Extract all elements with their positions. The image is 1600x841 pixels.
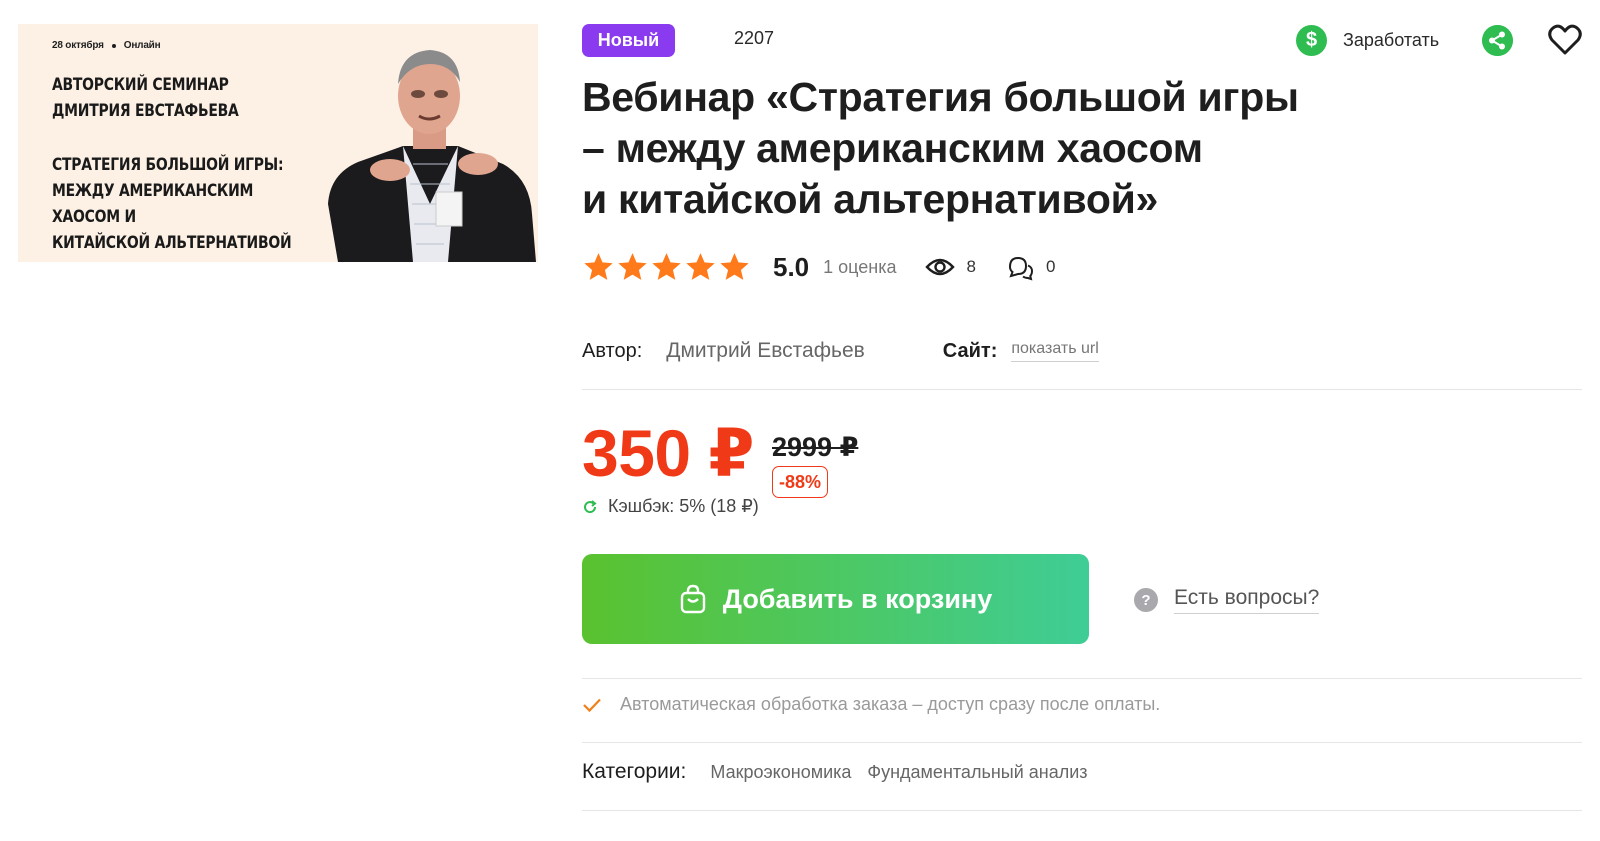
- old-price: 2999 ₽: [772, 432, 859, 462]
- author-label: Автор:: [582, 339, 643, 362]
- questions-link[interactable]: ? Есть вопросы?: [1134, 586, 1320, 614]
- refresh-icon: [584, 499, 597, 513]
- banner-subheading-line: КИТАЙСКОЙ АЛЬТЕРНАТИВОЙ: [52, 233, 292, 253]
- earn-button[interactable]: $ Заработать: [1296, 25, 1439, 56]
- divider: [582, 810, 1582, 811]
- star-icon: [652, 252, 681, 280]
- star-icon: [618, 252, 647, 280]
- rating-value: 5.0: [773, 251, 810, 282]
- question-icon: ?: [1134, 588, 1158, 612]
- banner-subheading-line: МЕЖДУ АМЕРИКАНСКИМ ХАОСОМ И: [52, 181, 254, 227]
- banner-subheading-line: СТРАТЕГИЯ БОЛЬШОЙ ИГРЫ:: [52, 155, 284, 175]
- star-icon: [584, 252, 613, 280]
- banner-format: Онлайн: [123, 40, 161, 51]
- rating-stars: [582, 251, 751, 284]
- title-line: и китайской альтернативой»: [582, 176, 1158, 222]
- auto-processing-text: Автоматическая обработка заказа – доступ…: [620, 694, 1161, 714]
- banner-dot: [111, 43, 116, 48]
- share-icon[interactable]: [1482, 25, 1513, 56]
- eye-icon: [924, 258, 955, 276]
- banner-meta: 28 октября Онлайн: [52, 40, 161, 51]
- banner-heading: АВТОРСКИЙ СЕМИНАР ДМИТРИЯ ЕВСТАФЬЕВА: [52, 72, 282, 124]
- cashback-text: Кэшбэк: 5% (18 ₽): [608, 496, 759, 516]
- current-price: 350 ₽: [582, 416, 754, 490]
- rating-count[interactable]: 1 оценка: [823, 257, 896, 278]
- product-banner: 28 октября Онлайн АВТОРСКИЙ СЕМИНАР ДМИТ…: [18, 24, 538, 262]
- banner-heading-line: АВТОРСКИЙ СЕМИНАР: [52, 75, 229, 95]
- product-title: Вебинар «Стратегия большой игры – между …: [582, 72, 1342, 225]
- title-line: – между американским хаосом: [582, 125, 1203, 171]
- author-link[interactable]: Дмитрий Евстафьев: [666, 339, 865, 363]
- heart-icon[interactable]: [1548, 24, 1582, 56]
- check-icon: [583, 698, 601, 712]
- shopping-bag-icon: [680, 584, 705, 614]
- site-label: Сайт:: [942, 339, 998, 362]
- comments-count: 0: [1046, 257, 1056, 276]
- dollar-icon: $: [1296, 25, 1327, 56]
- rating-row: 5.0 1 оценка 8 0: [582, 246, 1055, 288]
- categories-label: Категории:: [582, 760, 687, 783]
- speaker-photo: [328, 50, 536, 262]
- banner-subheading: СТРАТЕГИЯ БОЛЬШОЙ ИГРЫ: МЕЖДУ АМЕРИКАНСК…: [52, 152, 314, 256]
- product-id: 2207: [734, 28, 775, 48]
- banner-heading-line: ДМИТРИЯ ЕВСТАФЬЕВА: [52, 101, 239, 121]
- categories-row: Категории: Макроэкономика Фундаментальны…: [582, 760, 1088, 784]
- add-to-cart-button[interactable]: Добавить в корзину: [582, 554, 1089, 644]
- comments-icon[interactable]: [1006, 253, 1034, 281]
- auto-processing-note: Автоматическая обработка заказа – доступ…: [582, 694, 1160, 715]
- earn-label: Заработать: [1343, 30, 1440, 50]
- divider: [582, 389, 1582, 390]
- discount-badge: -88%: [772, 466, 829, 498]
- divider: [582, 742, 1582, 743]
- questions-label: Есть вопросы?: [1174, 586, 1320, 614]
- meta-row: Автор: Дмитрий Евстафьев Сайт: показать …: [582, 336, 1099, 366]
- category-tag[interactable]: Фундаментальный анализ: [867, 762, 1087, 783]
- new-badge: Новый: [582, 24, 675, 57]
- title-line: Вебинар «Стратегия большой игры: [582, 74, 1299, 120]
- star-icon: [720, 252, 749, 280]
- category-tag[interactable]: Макроэкономика: [710, 762, 851, 783]
- cashback-info: Кэшбэк: 5% (18 ₽): [582, 496, 759, 517]
- banner-date: 28 октября: [52, 40, 104, 51]
- add-to-cart-label: Добавить в корзину: [722, 583, 993, 614]
- show-url-link[interactable]: показать url: [1011, 340, 1099, 362]
- divider: [582, 678, 1582, 679]
- star-icon: [686, 252, 715, 280]
- views-count: 8: [966, 257, 976, 276]
